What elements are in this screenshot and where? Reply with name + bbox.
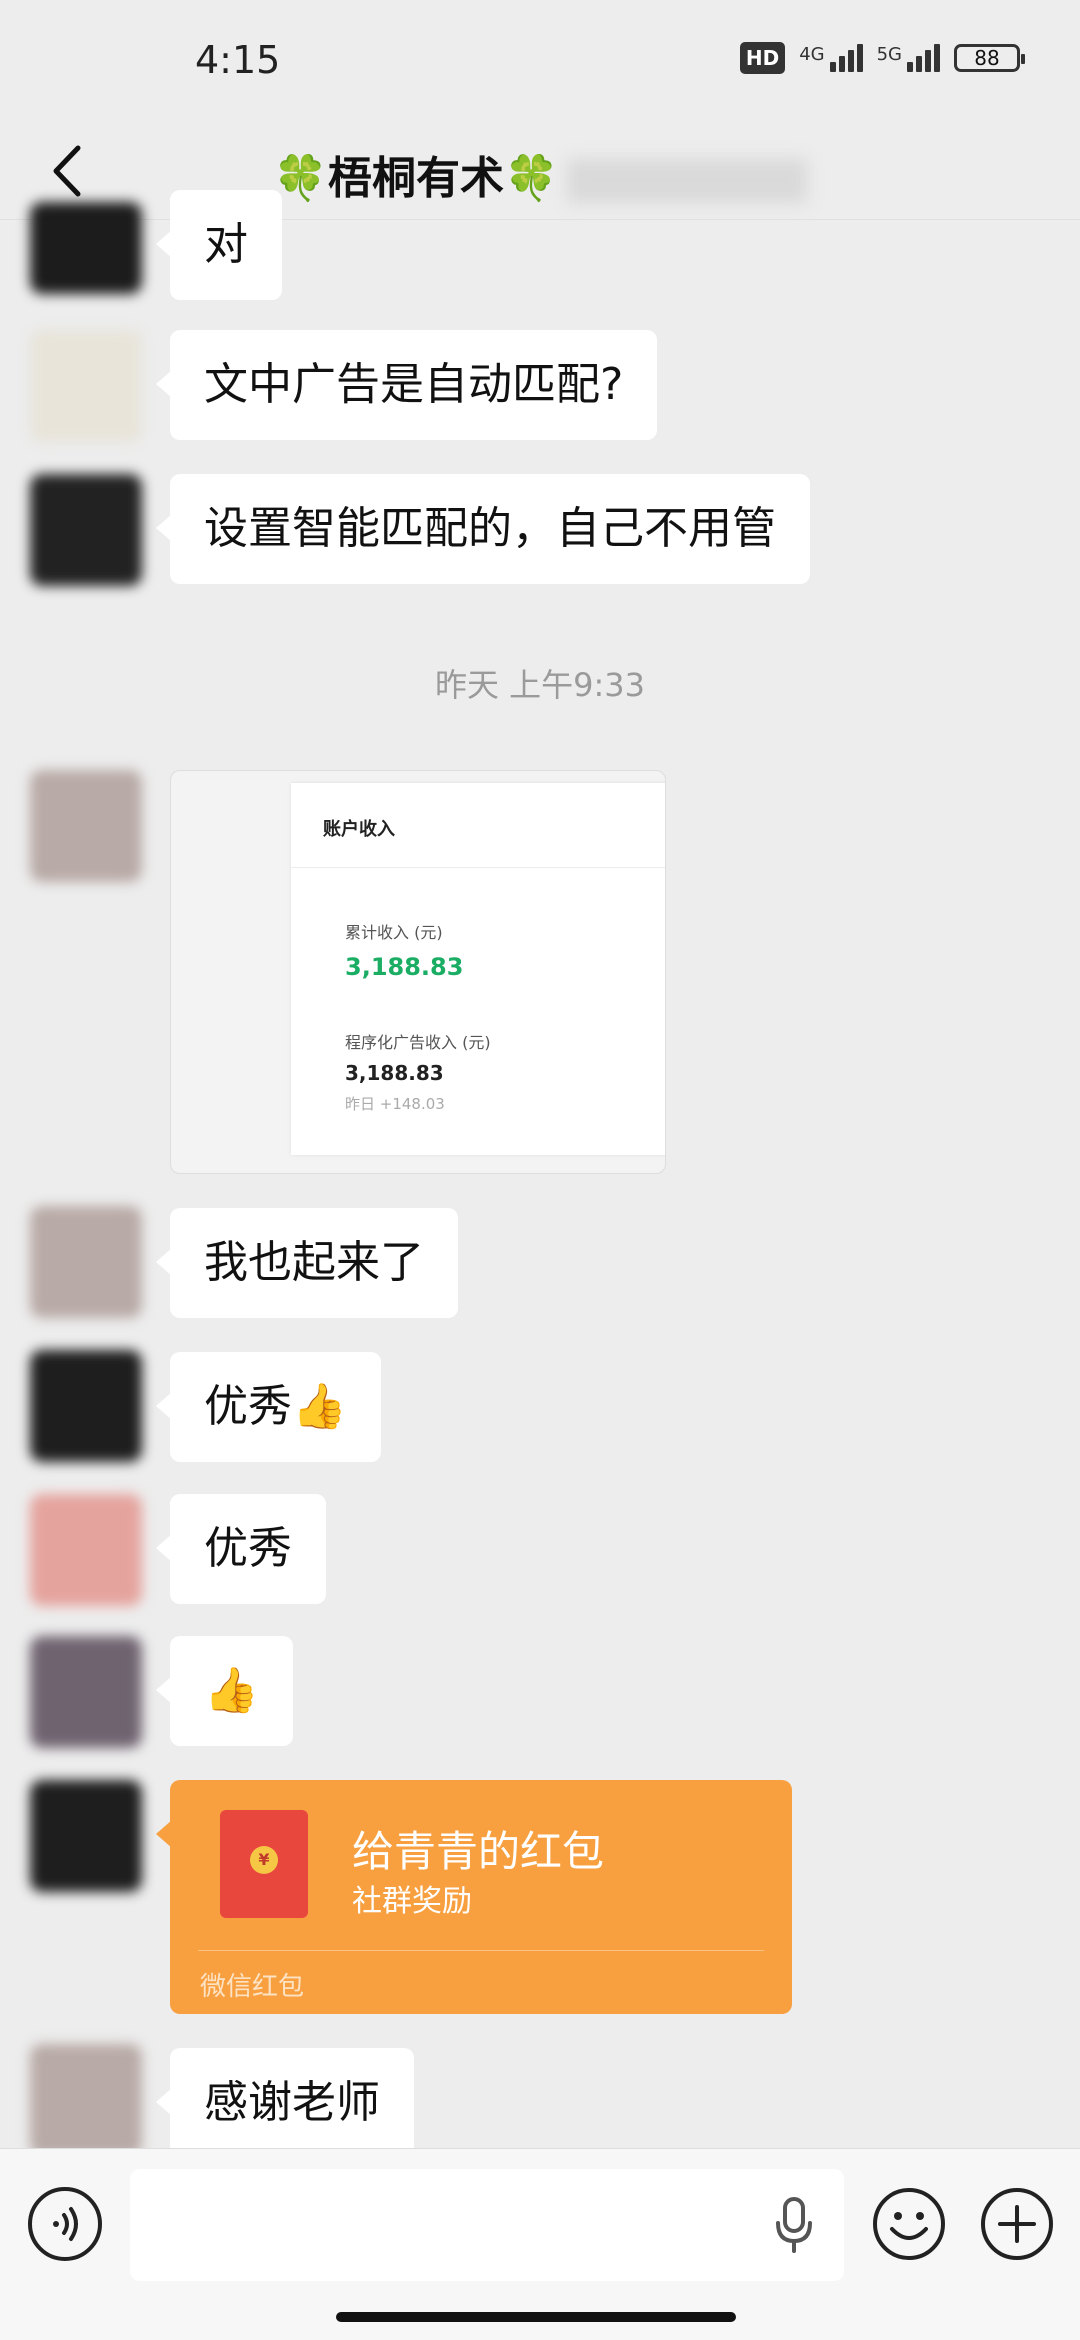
divider bbox=[291, 867, 665, 868]
emoji-icon[interactable] bbox=[870, 2185, 948, 2263]
ad-income-value: 3,188.83 bbox=[345, 1061, 444, 1085]
yesterday-delta: 昨日 +148.03 bbox=[345, 1095, 445, 1113]
battery-icon: 88 bbox=[954, 44, 1025, 72]
chat-title-text: 🍀梧桐有术🍀 bbox=[273, 153, 559, 204]
message-bubble[interactable]: 感谢老师 bbox=[156, 2048, 414, 2158]
home-indicator[interactable] bbox=[336, 2312, 736, 2322]
chat-title: 🍀梧桐有术🍀 bbox=[0, 142, 1080, 206]
message-bubble[interactable]: 👍 bbox=[156, 1636, 293, 1746]
net-label-4g: 4G bbox=[799, 44, 825, 65]
message-bubble[interactable]: 文中广告是自动匹配? bbox=[155, 330, 658, 440]
avatar[interactable] bbox=[30, 2044, 142, 2156]
status-indicators: HD 4G 5G 88 bbox=[739, 42, 1025, 74]
plus-icon[interactable] bbox=[978, 2185, 1056, 2263]
red-packet-card[interactable]: ¥ 给青青的红包 社群奖励 微信红包 bbox=[156, 1780, 792, 2014]
total-income-label: 累计收入 (元) bbox=[345, 923, 443, 942]
avatar[interactable] bbox=[30, 1494, 142, 1606]
voice-icon bbox=[53, 2207, 78, 2241]
message-bubble[interactable]: 优秀👍 bbox=[156, 1352, 381, 1462]
microphone-icon[interactable] bbox=[770, 2195, 818, 2255]
message-input[interactable] bbox=[130, 2169, 844, 2281]
avatar[interactable] bbox=[30, 1636, 142, 1748]
message-bubble[interactable]: 优秀 bbox=[156, 1494, 326, 1604]
avatar[interactable] bbox=[30, 202, 142, 294]
status-bar: 4:15 HD 4G 5G 88 bbox=[0, 0, 1080, 120]
red-packet-subtitle: 社群奖励 bbox=[352, 1884, 472, 1919]
avatar[interactable] bbox=[30, 474, 142, 586]
signal-4g-icon: 4G bbox=[799, 44, 863, 72]
total-income-value: 3,188.83 bbox=[345, 953, 464, 981]
net-label-5g: 5G bbox=[876, 44, 902, 65]
status-time: 4:15 bbox=[195, 38, 281, 82]
coin-icon: ¥ bbox=[250, 1846, 278, 1874]
ad-income-label: 程序化广告收入 (元) bbox=[345, 1033, 491, 1052]
avatar[interactable] bbox=[30, 1780, 142, 1892]
avatar[interactable] bbox=[30, 1350, 142, 1462]
avatar[interactable] bbox=[30, 770, 142, 882]
chat-header: 🍀梧桐有术🍀 bbox=[0, 120, 1080, 220]
divider bbox=[198, 1950, 764, 1951]
image-message[interactable]: 账户收入 累计收入 (元) 3,188.83 程序化广告收入 (元) 3,188… bbox=[170, 770, 666, 1174]
income-title: 账户收入 bbox=[323, 819, 395, 840]
red-packet-footer: 微信红包 bbox=[200, 1972, 305, 2002]
voice-input-button[interactable] bbox=[28, 2187, 102, 2261]
income-screenshot: 账户收入 累计收入 (元) 3,188.83 程序化广告收入 (元) 3,188… bbox=[291, 783, 665, 1155]
red-envelope-icon: ¥ bbox=[220, 1810, 308, 1918]
message-bubble[interactable]: 对 bbox=[156, 190, 282, 300]
message-bubble[interactable]: 我也起来了 bbox=[156, 1208, 458, 1318]
message-bubble[interactable]: 设置智能匹配的，自己不用管 bbox=[156, 474, 810, 584]
message-timestamp: 昨天 上午9:33 bbox=[434, 666, 646, 704]
blurred-title-suffix bbox=[566, 159, 807, 203]
avatar[interactable] bbox=[30, 330, 142, 442]
hd-badge: HD bbox=[739, 42, 786, 74]
signal-5g-icon: 5G bbox=[877, 44, 940, 72]
red-packet-title: 给青青的红包 bbox=[352, 1827, 605, 1876]
avatar[interactable] bbox=[30, 1206, 142, 1318]
